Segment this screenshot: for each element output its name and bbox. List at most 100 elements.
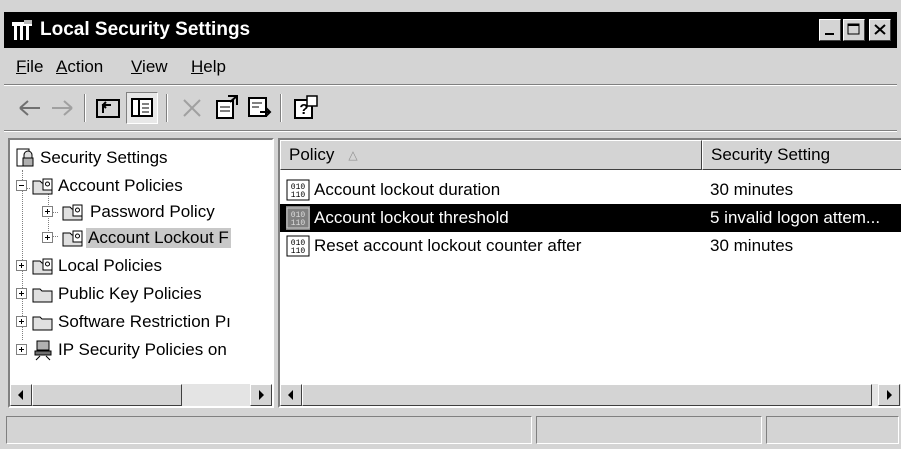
properties-icon bbox=[216, 95, 238, 119]
svg-text:110: 110 bbox=[291, 247, 306, 256]
policy-name: Account lockout duration bbox=[314, 180, 501, 199]
tree-item-account-policies[interactable]: Account Policies bbox=[12, 174, 270, 198]
scroll-right-button[interactable] bbox=[250, 384, 272, 406]
show-hide-tree-icon bbox=[131, 98, 153, 117]
export-list-icon bbox=[248, 97, 272, 117]
status-panel-main bbox=[6, 416, 532, 444]
tree-item-label: Account Lockout F bbox=[86, 228, 231, 248]
policy-name: Account lockout threshold bbox=[314, 208, 509, 227]
local-security-settings-window: Local Security Settings File Action View… bbox=[0, 0, 901, 449]
scroll-thumb[interactable] bbox=[32, 384, 182, 406]
tree-item-public-key-policies[interactable]: Public Key Policies bbox=[12, 282, 270, 306]
policy-setting-icon: 010110 bbox=[286, 179, 310, 201]
forward-arrow-icon bbox=[52, 100, 73, 116]
menu-action[interactable]: Action bbox=[56, 57, 103, 77]
up-one-level-button[interactable] bbox=[92, 92, 124, 124]
svg-text:110: 110 bbox=[291, 219, 306, 228]
policy-folder-icon bbox=[32, 178, 53, 195]
policy-name: Reset account lockout counter after bbox=[314, 236, 582, 255]
expand-icon[interactable] bbox=[16, 316, 27, 327]
expand-icon[interactable] bbox=[16, 288, 27, 299]
menu-view[interactable]: View bbox=[131, 57, 168, 77]
toolbar-separator bbox=[166, 94, 168, 122]
maximize-button[interactable] bbox=[843, 19, 865, 41]
up-one-level-icon bbox=[96, 99, 120, 118]
status-panel-tertiary bbox=[766, 416, 899, 444]
expand-icon[interactable] bbox=[42, 206, 53, 217]
toolbar-separator bbox=[84, 94, 86, 122]
properties-button[interactable] bbox=[210, 92, 242, 124]
expand-icon[interactable] bbox=[42, 232, 53, 243]
scroll-thumb[interactable] bbox=[302, 384, 872, 406]
policy-folder-icon bbox=[62, 204, 83, 221]
tree-item-label: Software Restriction Pı bbox=[58, 312, 231, 331]
tree-item-label: IP Security Policies on bbox=[58, 340, 227, 359]
list-horizontal-scrollbar[interactable] bbox=[280, 384, 901, 406]
expand-icon[interactable] bbox=[16, 260, 27, 271]
list-item-selected[interactable]: 010 110 Account lockout threshold 5 inval… bbox=[280, 204, 901, 232]
list-item[interactable]: 010 110 Reset account lockout counter aft… bbox=[280, 232, 901, 260]
window-title: Local Security Settings bbox=[40, 19, 251, 40]
help-icon: ? bbox=[294, 95, 318, 119]
policy-folder-icon bbox=[62, 230, 83, 247]
security-setting-value: 30 minutes bbox=[710, 180, 794, 199]
policy-folder-icon bbox=[32, 258, 53, 275]
title-bar[interactable]: Local Security Settings bbox=[4, 12, 897, 48]
console-tree-pane[interactable]: Security Settings Account Policies Passw… bbox=[8, 138, 274, 408]
collapse-icon[interactable] bbox=[16, 180, 27, 191]
close-button[interactable] bbox=[869, 19, 891, 41]
scroll-left-button[interactable] bbox=[280, 384, 302, 406]
tree-item-password-policy[interactable]: Password Policy bbox=[12, 200, 270, 224]
svg-text:110: 110 bbox=[291, 191, 306, 200]
tree-item-account-lockout-policy[interactable]: Account Lockout F bbox=[12, 226, 270, 250]
network-computer-icon bbox=[34, 340, 52, 361]
security-setting-value: 5 invalid logon attem... bbox=[710, 208, 881, 227]
scroll-left-button[interactable] bbox=[10, 384, 32, 406]
tree-horizontal-scrollbar[interactable] bbox=[10, 384, 272, 406]
scroll-right-button[interactable] bbox=[878, 384, 900, 406]
policy-setting-icon: 010110 bbox=[286, 235, 310, 257]
delete-button[interactable] bbox=[176, 92, 208, 124]
security-settings-icon bbox=[12, 20, 32, 40]
forward-button[interactable] bbox=[46, 92, 78, 124]
toolbar: ? bbox=[4, 88, 897, 128]
menu-bar: File Action View Help bbox=[4, 52, 897, 82]
folder-icon bbox=[32, 316, 53, 331]
toolbar-separator bbox=[280, 94, 282, 122]
column-header-security-setting[interactable]: Security Setting bbox=[702, 140, 901, 170]
minimize-icon bbox=[825, 33, 834, 35]
toolbar-bottom-separator bbox=[4, 130, 897, 132]
list-item[interactable]: 010 110 Account lockout duration 30 minut… bbox=[280, 176, 901, 204]
help-button[interactable]: ? bbox=[290, 92, 322, 124]
export-list-button[interactable] bbox=[244, 92, 276, 124]
scroll-left-icon bbox=[288, 390, 293, 400]
scroll-right-icon bbox=[259, 390, 264, 400]
column-header-policy[interactable]: Policy △ bbox=[280, 140, 702, 170]
show-hide-tree-button[interactable] bbox=[126, 92, 158, 124]
status-panel-secondary bbox=[536, 416, 762, 444]
minimize-button[interactable] bbox=[819, 19, 841, 41]
tree-item-label: Local Policies bbox=[58, 256, 162, 275]
maximize-icon bbox=[847, 23, 860, 35]
tree-item-ip-security-policies[interactable]: IP Security Policies on bbox=[12, 338, 270, 362]
scroll-left-icon bbox=[18, 390, 23, 400]
column-header-label: Security Setting bbox=[711, 145, 831, 164]
expand-icon[interactable] bbox=[16, 344, 27, 355]
menu-help[interactable]: Help bbox=[191, 57, 226, 77]
menu-file[interactable]: File bbox=[16, 57, 43, 77]
list-header: Policy △ Security Setting bbox=[280, 140, 901, 170]
folder-icon bbox=[32, 288, 53, 303]
delete-icon bbox=[183, 99, 201, 117]
security-settings-icon bbox=[16, 148, 34, 167]
back-button[interactable] bbox=[14, 92, 46, 124]
details-pane[interactable]: Policy △ Security Setting 010 110 Account … bbox=[278, 138, 901, 408]
tree-item-label: Public Key Policies bbox=[58, 284, 202, 303]
policy-setting-icon: 010110 bbox=[286, 206, 310, 230]
tree-item-label: Password Policy bbox=[90, 202, 215, 221]
tree-item-label: Account Policies bbox=[58, 176, 183, 195]
back-arrow-icon bbox=[19, 100, 40, 116]
tree-item-software-restriction-policies[interactable]: Software Restriction Pı bbox=[12, 310, 270, 334]
sort-ascending-icon: △ bbox=[348, 148, 358, 162]
tree-item-security-settings[interactable]: Security Settings bbox=[12, 146, 270, 170]
tree-item-local-policies[interactable]: Local Policies bbox=[12, 254, 270, 278]
